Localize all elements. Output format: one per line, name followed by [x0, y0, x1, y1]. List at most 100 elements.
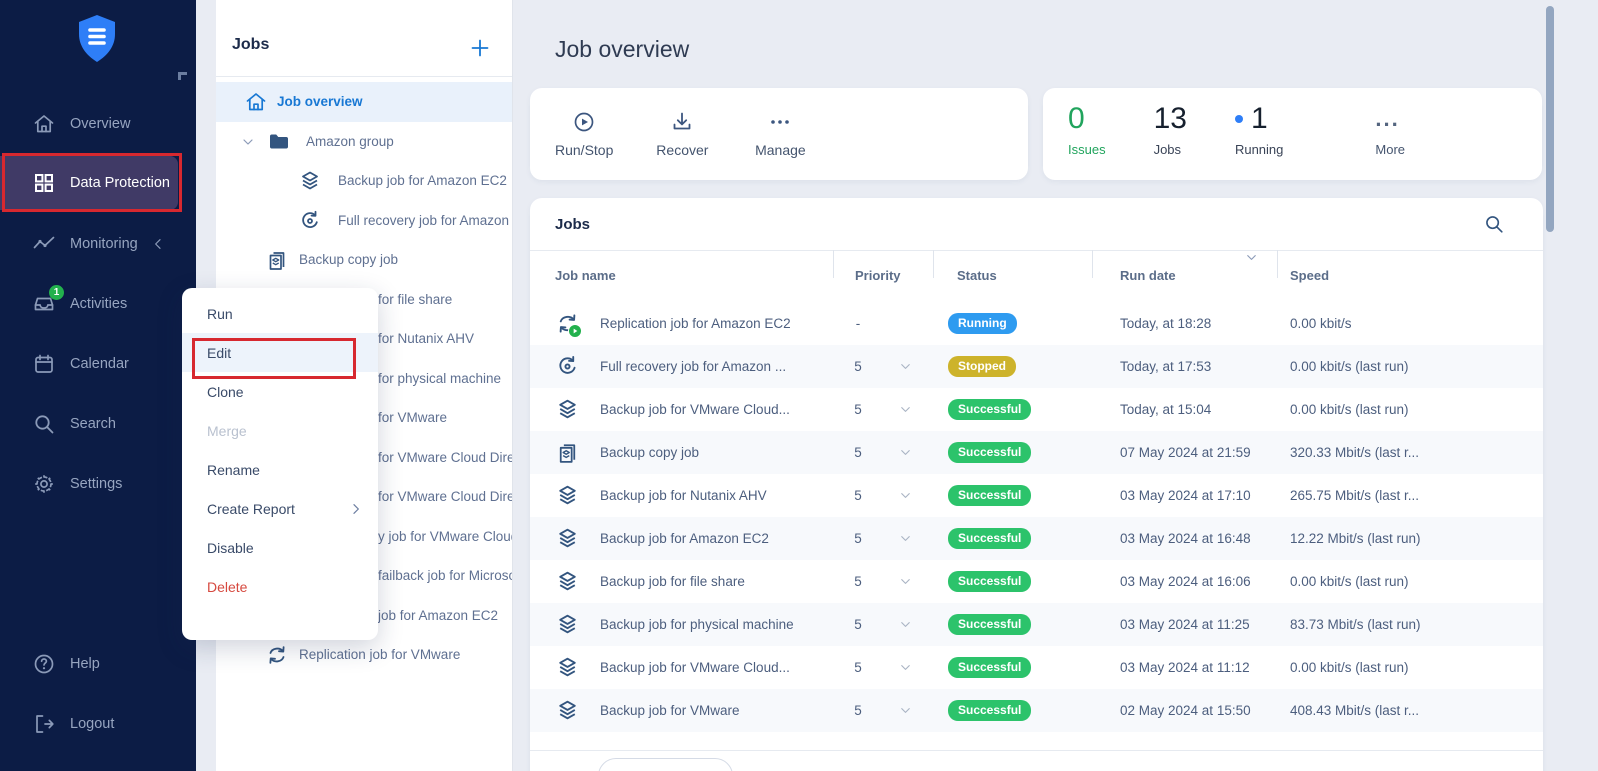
- menu-item-run[interactable]: Run: [182, 294, 378, 333]
- recover-button[interactable]: Recover: [653, 110, 711, 158]
- calendar-icon: [32, 352, 56, 376]
- page-title: Job overview: [555, 36, 689, 63]
- priority-dropdown-chevron-icon[interactable]: [898, 660, 913, 675]
- sidebar-item-overview[interactable]: Overview: [0, 100, 196, 148]
- tree-item-partial[interactable]: for VMware: [378, 398, 447, 438]
- table-header-row: Job name Priority Status Run date Speed: [530, 250, 1543, 302]
- status-badge: Successful: [948, 485, 1031, 506]
- manage-button[interactable]: Manage: [751, 110, 809, 158]
- status-badge: Successful: [948, 399, 1031, 420]
- column-header-run-date[interactable]: Run date: [1120, 250, 1176, 302]
- menu-item-edit[interactable]: Edit: [182, 333, 378, 372]
- sidebar-item-label: Activities: [70, 296, 127, 312]
- sidebar-item-label: Monitoring: [70, 236, 138, 252]
- tree-item-full-recovery-job-amazon[interactable]: Full recovery job for Amazon E: [216, 201, 513, 241]
- sidebar-item-label: Settings: [70, 476, 122, 492]
- sidebar-item-label: Search: [70, 416, 116, 432]
- sidebar-item-data-protection[interactable]: Data Protection: [0, 156, 178, 210]
- status-badge: Running: [948, 313, 1017, 334]
- table-row[interactable]: Backup copy job 5 Successful 07 May 2024…: [530, 431, 1543, 474]
- priority-dropdown-chevron-icon[interactable]: [898, 617, 913, 632]
- ellipsis-icon: [768, 110, 792, 134]
- inbox-icon: 1: [32, 292, 56, 316]
- chevron-down-icon[interactable]: [240, 134, 256, 150]
- menu-item-delete[interactable]: Delete: [182, 567, 378, 606]
- tree-item-partial[interactable]: for Nutanix AHV: [378, 319, 474, 359]
- priority-dropdown-chevron-icon[interactable]: [898, 402, 913, 417]
- column-header-job-name[interactable]: Job name: [555, 250, 616, 302]
- running-play-icon: [568, 324, 582, 338]
- jobs-table-title: Jobs: [555, 216, 590, 233]
- jobs-table-card: Jobs Job name Priority Status Run date S…: [530, 198, 1543, 771]
- sidebar-item-calendar[interactable]: Calendar: [0, 340, 196, 388]
- folder-icon: [267, 130, 291, 154]
- stat-issues[interactable]: 0 Issues: [1068, 102, 1106, 157]
- table-row[interactable]: Backup job for VMware Cloud... 5 Success…: [530, 388, 1543, 431]
- sidebar-item-label: Calendar: [70, 356, 129, 372]
- menu-item-clone[interactable]: Clone: [182, 372, 378, 411]
- tree-item-backup-copy-job[interactable]: Backup copy job: [216, 240, 513, 280]
- tree-item-partial[interactable]: job for Amazon EC2: [378, 596, 498, 636]
- column-header-speed[interactable]: Speed: [1290, 250, 1329, 302]
- sidebar-collapse-handle-icon[interactable]: [178, 72, 187, 80]
- gear-icon: [32, 472, 56, 496]
- menu-item-disable[interactable]: Disable: [182, 528, 378, 567]
- table-row[interactable]: Backup job for physical machine 5 Succes…: [530, 603, 1543, 646]
- table-row[interactable]: Full recovery job for Amazon ... 5 Stopp…: [530, 345, 1543, 388]
- stat-more-button[interactable]: ... More: [1375, 102, 1405, 157]
- table-row[interactable]: Replication job for Amazon EC2 - Running…: [530, 302, 1543, 345]
- menu-item-create-report[interactable]: Create Report: [182, 489, 378, 528]
- status-badge: Successful: [948, 700, 1031, 721]
- column-header-priority[interactable]: Priority: [855, 250, 901, 302]
- recovery-job-icon: [298, 209, 322, 233]
- backup-job-icon: [555, 655, 580, 680]
- tree-item-partial[interactable]: y job for VMware Cloud: [378, 517, 513, 557]
- priority-dropdown-chevron-icon[interactable]: [898, 703, 913, 718]
- sidebar-item-help[interactable]: Help: [0, 640, 196, 688]
- table-row[interactable]: Backup job for Nutanix AHV 5 Successful …: [530, 474, 1543, 517]
- sidebar-item-search[interactable]: Search: [0, 400, 196, 448]
- job-context-menu: Run Edit Clone Merge Rename Create Repor…: [182, 288, 378, 640]
- menu-item-rename[interactable]: Rename: [182, 450, 378, 489]
- tree-item-replication-job-vmware[interactable]: Replication job for VMware: [216, 635, 513, 675]
- backup-job-icon: [555, 526, 580, 551]
- show-more-button-partial[interactable]: [598, 758, 733, 771]
- table-row[interactable]: Backup job for file share 5 Successful 0…: [530, 560, 1543, 603]
- tree-item-partial[interactable]: for VMware Cloud Direc: [378, 477, 513, 517]
- table-row[interactable]: Backup job for Amazon EC2 5 Successful 0…: [530, 517, 1543, 560]
- run-stop-button[interactable]: Run/Stop: [555, 110, 613, 158]
- sidebar-item-activities[interactable]: 1 Activities: [0, 280, 196, 328]
- sidebar-item-label: Data Protection: [70, 175, 170, 191]
- priority-dropdown-chevron-icon[interactable]: [898, 531, 913, 546]
- priority-dropdown-chevron-icon[interactable]: [898, 574, 913, 589]
- table-row[interactable]: Backup job for VMware Cloud... 5 Success…: [530, 646, 1543, 689]
- sort-chevron-down-icon[interactable]: [1244, 250, 1259, 265]
- sidebar-item-settings[interactable]: Settings: [0, 460, 196, 508]
- tree-item-backup-job-amazon-ec2[interactable]: Backup job for Amazon EC2: [216, 161, 513, 201]
- job-actions-toolbar: Run/Stop Recover Manage: [530, 88, 1028, 180]
- tree-item-partial[interactable]: for VMware Cloud Direc: [378, 438, 513, 478]
- priority-dropdown-chevron-icon[interactable]: [898, 488, 913, 503]
- job-summary-card: 0 Issues 13 Jobs 1 Running ... More: [1043, 88, 1542, 180]
- divider: [530, 750, 1543, 751]
- priority-dropdown-chevron-icon[interactable]: [898, 359, 913, 374]
- tree-item-amazon-group[interactable]: Amazon group: [216, 122, 513, 162]
- add-job-button[interactable]: [468, 36, 492, 60]
- vertical-scrollbar[interactable]: [1546, 6, 1554, 232]
- sidebar-item-logout[interactable]: Logout: [0, 700, 196, 748]
- tree-item-partial[interactable]: for physical machine: [378, 359, 501, 399]
- tree-item-partial[interactable]: failback job for Microsof: [378, 556, 513, 596]
- table-row[interactable]: Backup job for VMware 5 Successful 02 Ma…: [530, 689, 1543, 732]
- column-header-status[interactable]: Status: [957, 250, 997, 302]
- column-separator: [1092, 250, 1093, 278]
- tree-item-job-overview[interactable]: Job overview: [216, 82, 513, 122]
- stat-running[interactable]: 1 Running: [1235, 102, 1283, 157]
- sidebar-item-label: Overview: [70, 116, 130, 132]
- stat-jobs[interactable]: 13 Jobs: [1154, 102, 1187, 157]
- priority-dropdown-chevron-icon[interactable]: [898, 445, 913, 460]
- tree-item-partial[interactable]: for file share: [378, 280, 452, 320]
- search-icon[interactable]: [1483, 213, 1505, 235]
- status-badge: Successful: [948, 614, 1031, 635]
- sidebar-item-monitoring[interactable]: Monitoring: [0, 220, 196, 268]
- grid-icon: [32, 171, 56, 195]
